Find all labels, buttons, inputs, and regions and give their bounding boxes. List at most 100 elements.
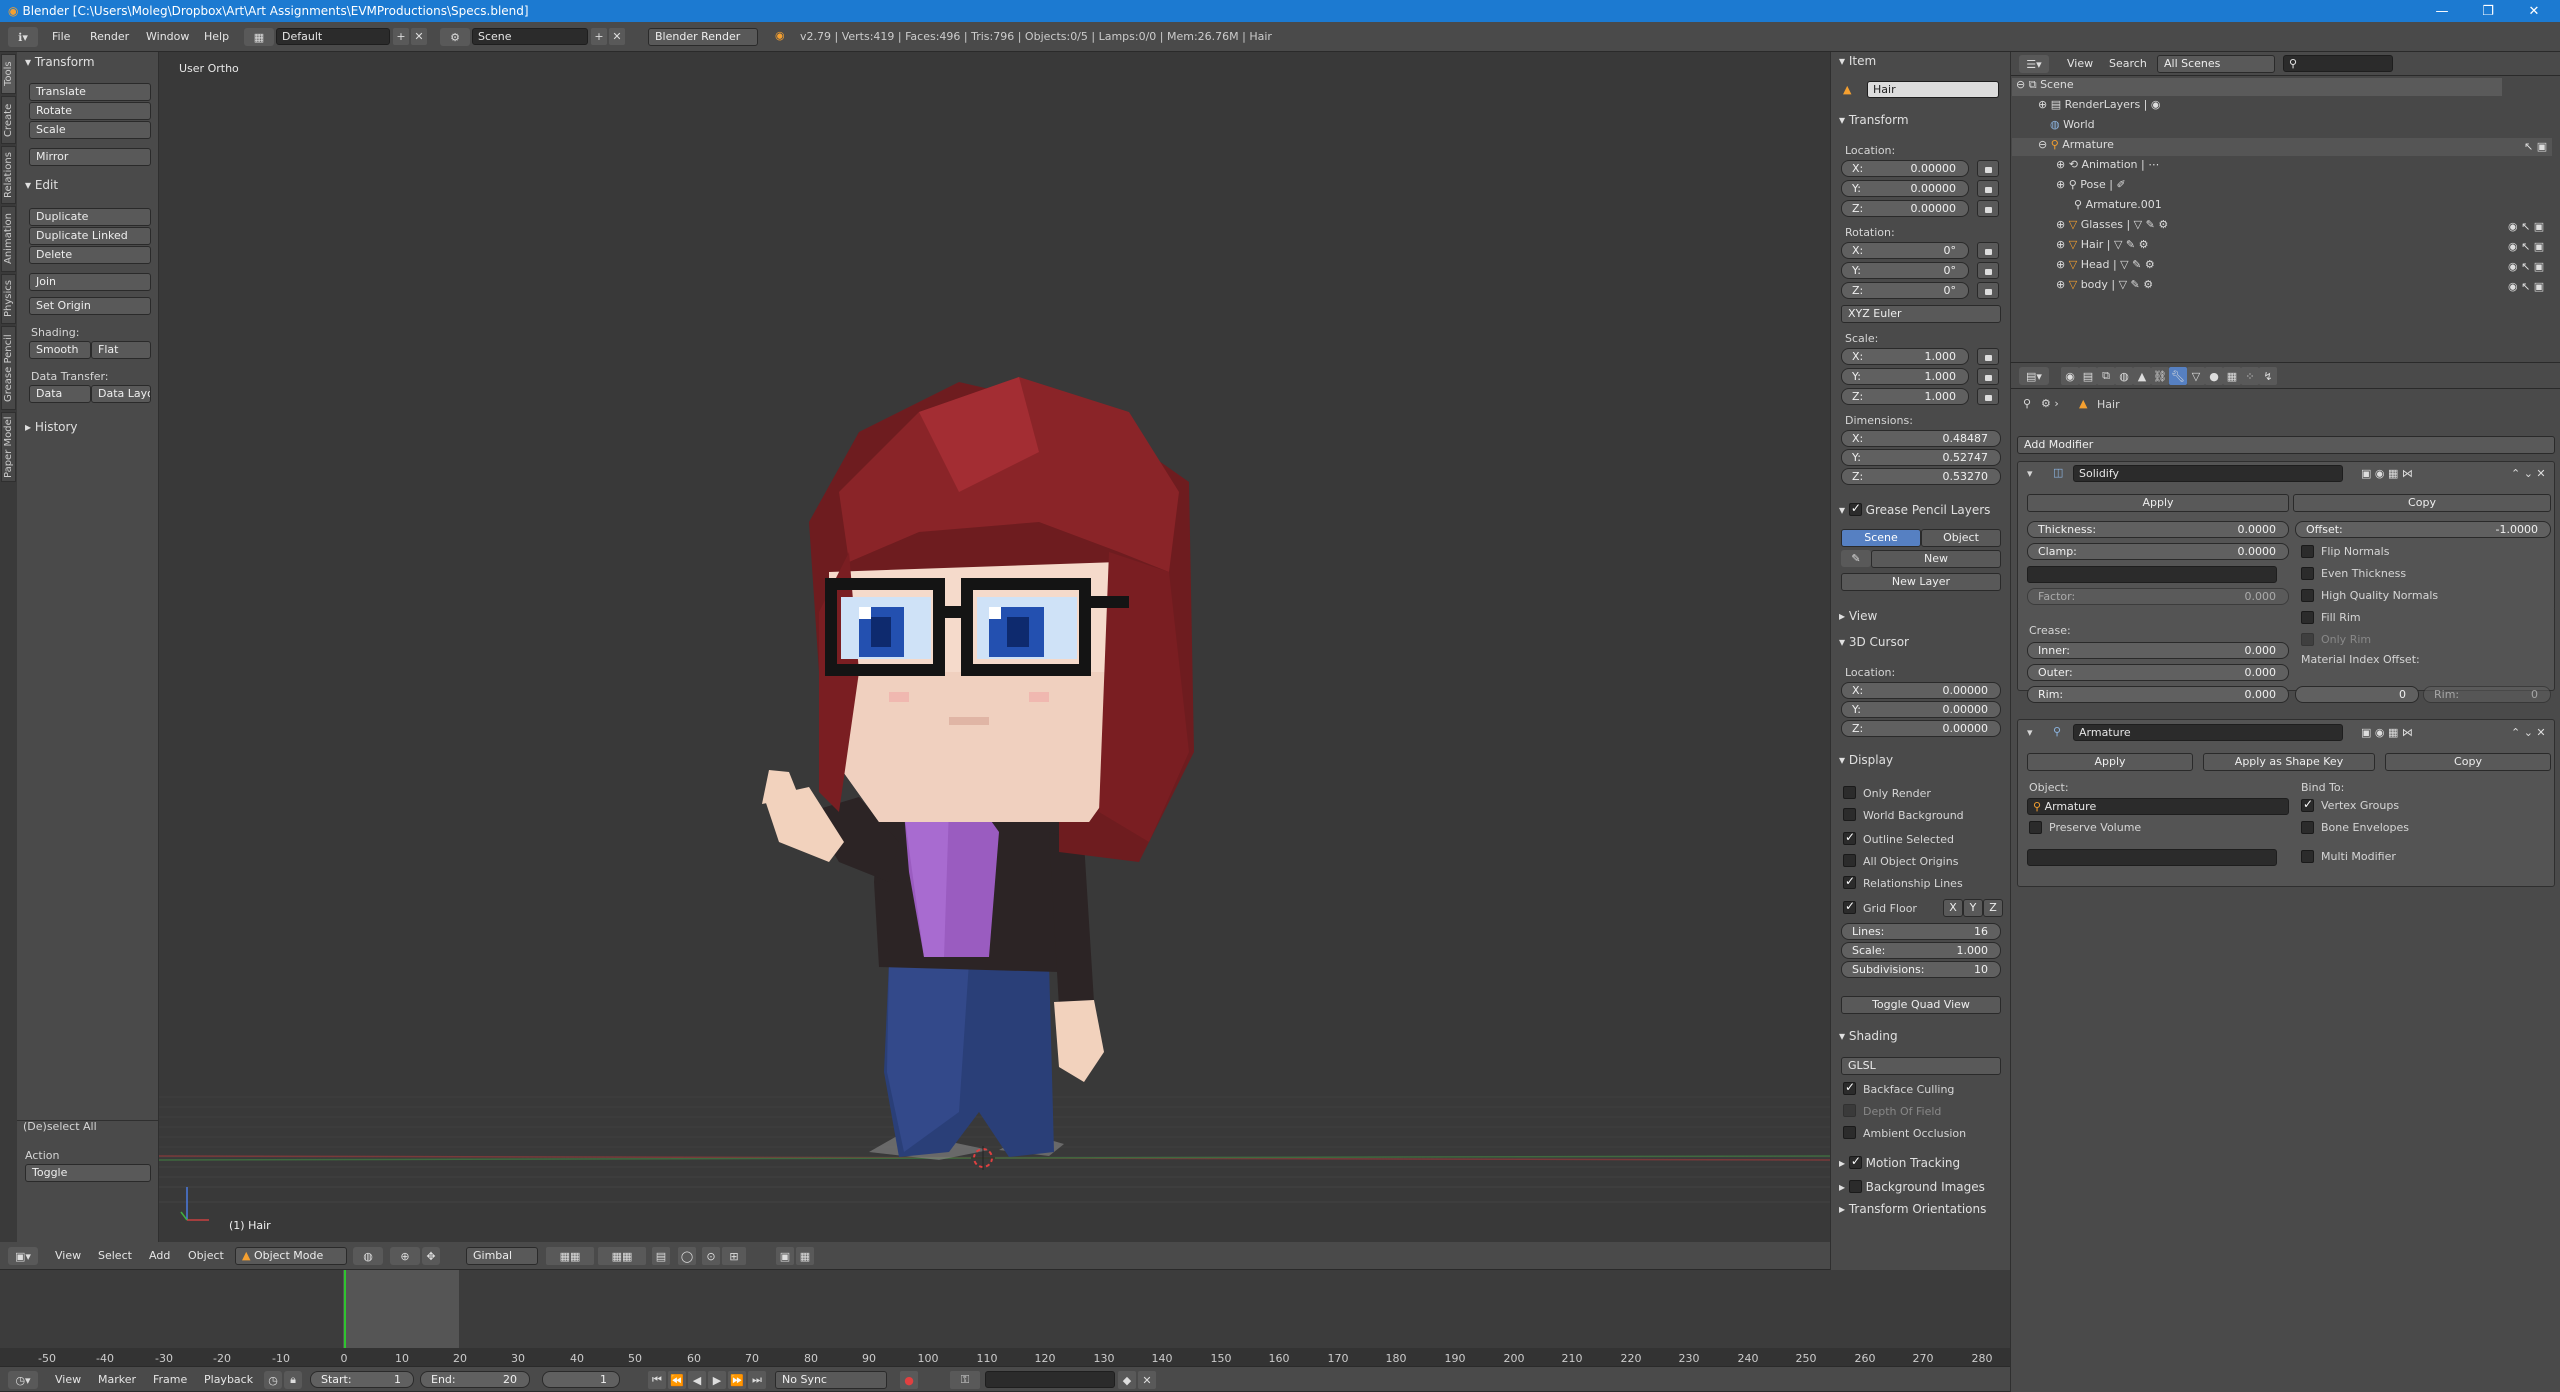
menu-view[interactable]: View: [55, 1249, 81, 1262]
menu-select[interactable]: Select: [98, 1249, 132, 1262]
shading-panel-header[interactable]: ▾ Shading: [1839, 1029, 1898, 1043]
render-engine-select[interactable]: Blender Render: [648, 28, 758, 46]
visibility-eye-icon[interactable]: ◉ ↖ ▣: [2508, 280, 2544, 293]
dimensions-x[interactable]: X: 0.48487: [1841, 430, 2001, 447]
offset-field[interactable]: Offset: -1.0000: [2295, 521, 2551, 538]
rotation-z[interactable]: Z: 0°: [1841, 282, 1969, 299]
all-object-origins-checkbox[interactable]: [1843, 854, 1856, 867]
outer-field[interactable]: Outer: 0.000: [2027, 664, 2289, 681]
grease-pencil-panel-header[interactable]: ▾ Grease Pencil Layers: [1839, 501, 1990, 517]
mode-select[interactable]: ▲ Object Mode: [235, 1247, 347, 1265]
edit-panel-header[interactable]: ▾ Edit: [25, 178, 58, 192]
armature-name-field[interactable]: Armature: [2073, 724, 2343, 741]
lock-rotation-x-icon[interactable]: [1977, 242, 1999, 259]
move-up-down-icon[interactable]: ⌃ ⌄ ✕: [2511, 467, 2546, 480]
menu-help[interactable]: Help: [204, 30, 229, 43]
rotation-y[interactable]: Y: 0°: [1841, 262, 1969, 279]
new-layer-button[interactable]: New Layer: [1841, 573, 2001, 591]
modifier-toggles-icon[interactable]: ▣ ◉ ▦ ⋈: [2361, 467, 2413, 480]
render-tab-icon[interactable]: ◉: [2061, 367, 2079, 385]
snap-icon[interactable]: ⊙: [702, 1247, 720, 1265]
smooth-button[interactable]: Smooth: [29, 341, 91, 359]
lock-rotation-y-icon[interactable]: [1977, 262, 1999, 279]
menu-object[interactable]: Object: [188, 1249, 224, 1262]
object-tab-icon[interactable]: ▲: [2133, 367, 2151, 385]
toggle-quad-view-button[interactable]: Toggle Quad View: [1841, 996, 2001, 1014]
delete-button[interactable]: Delete: [29, 246, 151, 264]
only-render-checkbox[interactable]: [1843, 786, 1856, 799]
tree-row-armature-001[interactable]: ⚲ Armature.001: [2010, 198, 2162, 216]
end-frame-field[interactable]: End: 20: [420, 1371, 530, 1388]
axis-y-toggle[interactable]: Y: [1963, 899, 1983, 917]
particles-tab-icon[interactable]: ⁘: [2241, 367, 2259, 385]
axis-x-toggle[interactable]: X: [1943, 899, 1963, 917]
tree-row-pose[interactable]: ⊕ ⚲ Pose | ✐: [2010, 178, 2126, 196]
tab-create[interactable]: Create: [1, 96, 16, 144]
record-icon[interactable]: ●: [900, 1371, 918, 1389]
menu-window[interactable]: Window: [146, 30, 189, 43]
flip-normals-checkbox[interactable]: [2301, 545, 2314, 558]
scene-tab-icon[interactable]: ⧉: [2097, 367, 2115, 385]
grid-floor-checkbox[interactable]: [1843, 899, 1856, 914]
close-button[interactable]: ✕: [2512, 0, 2556, 22]
scene-add-icon[interactable]: +: [591, 28, 607, 45]
jump-keyframe-forward-icon[interactable]: ⏩: [728, 1371, 746, 1389]
rotation-mode-select[interactable]: XYZ Euler: [1841, 305, 2001, 323]
delete-keyframe-icon[interactable]: ✕: [1138, 1371, 1156, 1389]
scene-icon[interactable]: ⚙: [440, 28, 470, 46]
lock-icon[interactable]: 🔒︎: [284, 1371, 302, 1389]
tree-row-hair[interactable]: ⊕ ▽ Hair | ▽ ✎ ⚙: [2010, 238, 2149, 256]
tree-row-body[interactable]: ⊕ ▽ body | ▽ ✎ ⚙: [2010, 278, 2153, 296]
even-thickness-checkbox[interactable]: [2301, 567, 2314, 580]
menu-file[interactable]: File: [52, 30, 70, 43]
menu-playback[interactable]: Playback: [204, 1373, 253, 1386]
pin-icon[interactable]: ⚲: [2023, 397, 2031, 410]
snap-target-icon[interactable]: ⊞: [722, 1247, 746, 1265]
history-panel-header[interactable]: ▸ History: [25, 420, 78, 434]
armature-object-field[interactable]: ⚲ Armature: [2027, 798, 2289, 815]
solidify-apply-button[interactable]: Apply: [2027, 494, 2289, 512]
backface-culling-checkbox[interactable]: [1843, 1080, 1856, 1095]
menu-frame[interactable]: Frame: [153, 1373, 187, 1386]
armature-copy-button[interactable]: Copy: [2385, 753, 2551, 771]
tree-row-glasses[interactable]: ⊕ ▽ Glasses | ▽ ✎ ⚙: [2010, 218, 2168, 236]
manipulator-icon[interactable]: ✥: [422, 1247, 440, 1265]
visibility-eye-icon[interactable]: ◉ ↖ ▣: [2508, 260, 2544, 273]
tree-row-head[interactable]: ⊕ ▽ Head | ▽ ✎ ⚙: [2010, 258, 2155, 276]
grid-subdivisions-field[interactable]: Subdivisions: 10: [1841, 961, 2001, 978]
editor-type-icon[interactable]: ☰▾: [2019, 55, 2049, 73]
solidify-copy-button[interactable]: Copy: [2293, 494, 2551, 512]
physics-tab-icon[interactable]: ↯: [2259, 367, 2277, 385]
fill-rim-checkbox[interactable]: [2301, 611, 2314, 624]
multi-modifier-checkbox[interactable]: [2301, 850, 2314, 863]
menu-add[interactable]: Add: [149, 1249, 170, 1262]
outline-selected-checkbox[interactable]: [1843, 830, 1856, 845]
cursor-y[interactable]: Y: 0.00000: [1841, 701, 2001, 718]
grid-scale-field[interactable]: Scale: 1.000: [1841, 942, 2001, 959]
material-offset-field[interactable]: 0: [2295, 686, 2419, 703]
lock-location-x-icon[interactable]: [1977, 160, 1999, 177]
jump-start-icon[interactable]: ⏮: [648, 1371, 666, 1389]
outliner-display-mode-select[interactable]: All Scenes: [2157, 55, 2275, 73]
menu-marker[interactable]: Marker: [98, 1373, 136, 1386]
tab-tools[interactable]: Tools: [1, 54, 16, 94]
mirror-button[interactable]: Mirror: [29, 148, 151, 166]
bone-envelopes-checkbox[interactable]: [2301, 821, 2314, 834]
hq-normals-checkbox[interactable]: [2301, 589, 2314, 602]
dimensions-z[interactable]: Z: 0.53270: [1841, 468, 2001, 485]
maximize-button[interactable]: ❐: [2466, 0, 2510, 22]
tree-row-scene[interactable]: ⊖ ⧉ Scene: [2012, 78, 2502, 96]
data-layout-button[interactable]: Data Layo: [91, 385, 151, 403]
armature-vertex-group-field[interactable]: [2027, 849, 2277, 866]
data-tab-icon[interactable]: ▽: [2187, 367, 2205, 385]
collapse-icon[interactable]: ▾: [2027, 467, 2033, 480]
set-origin-select[interactable]: Set Origin: [29, 297, 151, 315]
constraints-tab-icon[interactable]: ⛓: [2151, 367, 2169, 385]
pivot-icon[interactable]: ⊕: [390, 1247, 420, 1265]
layers-icon[interactable]: ▦▦: [546, 1247, 594, 1265]
relationship-lines-checkbox[interactable]: [1843, 874, 1856, 889]
material-tab-icon[interactable]: ●: [2205, 367, 2223, 385]
data-button[interactable]: Data: [29, 385, 91, 403]
layout-icon[interactable]: ▦: [244, 28, 274, 46]
tree-row-renderlayers[interactable]: ⊕ ▤ RenderLayers | ◉: [2010, 98, 2161, 116]
